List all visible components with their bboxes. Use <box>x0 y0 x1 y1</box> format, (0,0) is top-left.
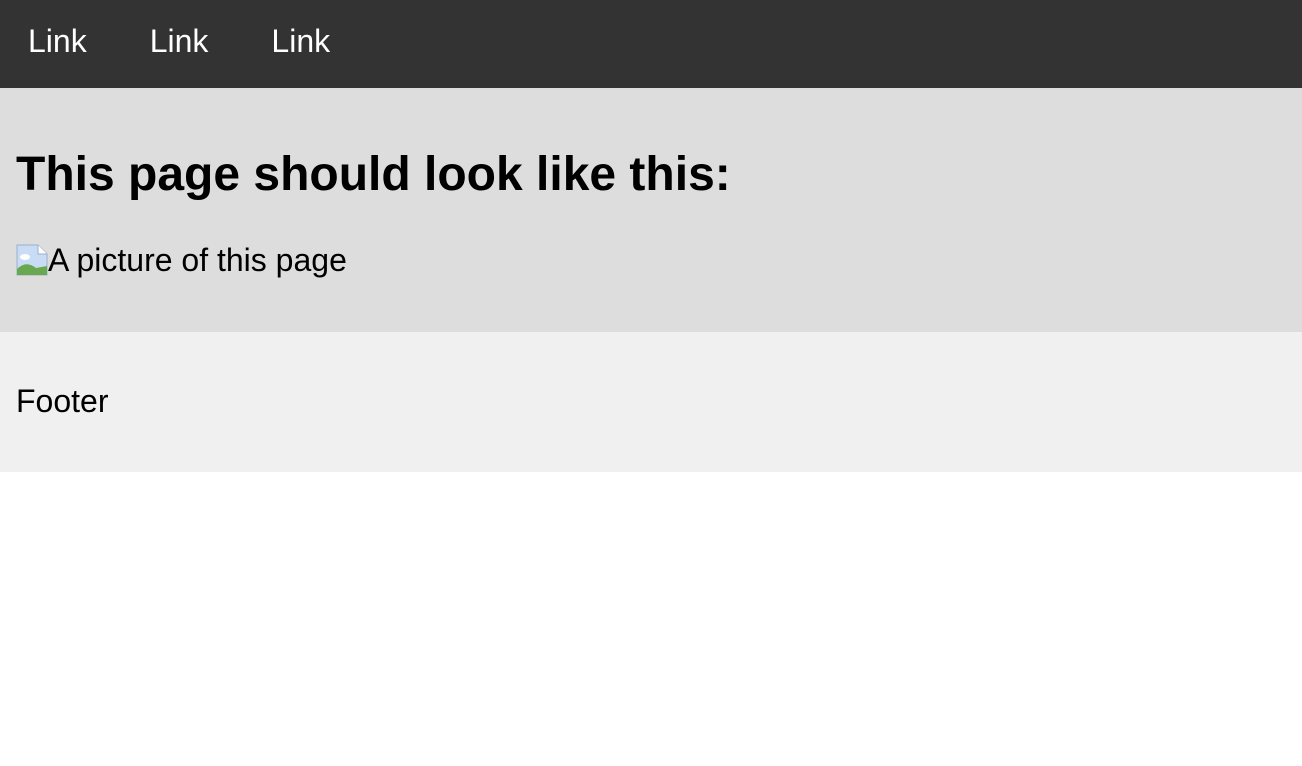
main-content: This page should look like this: A pictu… <box>0 88 1302 332</box>
page-picture: A picture of this page <box>16 243 347 277</box>
top-navigation: Link Link Link <box>0 0 1302 88</box>
footer-text: Footer <box>16 383 109 419</box>
page-footer: Footer <box>0 332 1302 472</box>
nav-link-2[interactable]: Link <box>150 25 209 57</box>
nav-link-1[interactable]: Link <box>28 25 87 57</box>
broken-image-icon <box>16 244 48 276</box>
image-alt-text: A picture of this page <box>48 242 347 278</box>
page-heading: This page should look like this: <box>16 148 731 201</box>
nav-link-3[interactable]: Link <box>271 25 330 57</box>
